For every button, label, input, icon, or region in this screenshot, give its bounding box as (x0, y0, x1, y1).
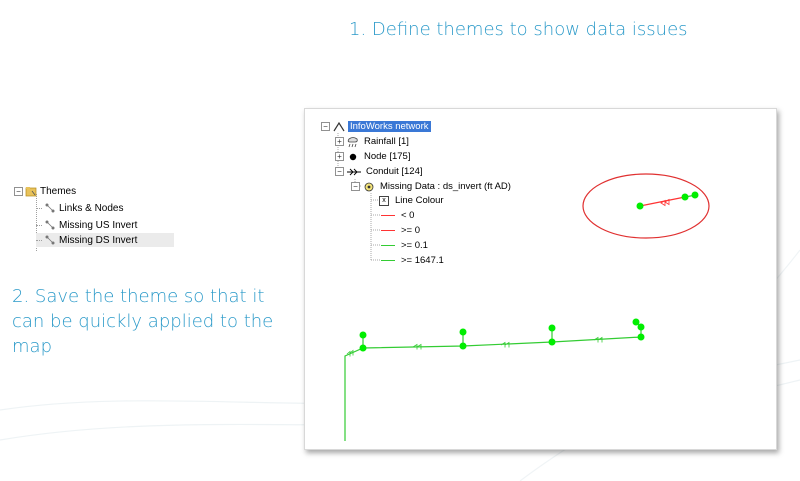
node-label: Node [175] (364, 151, 411, 162)
node (548, 338, 556, 346)
theme-icon (45, 220, 55, 230)
node (459, 328, 467, 336)
checkbox-icon[interactable]: x (379, 195, 389, 206)
tree-row-rainfall[interactable]: + Rainfall [1] (335, 135, 411, 148)
node (637, 323, 645, 331)
themes-root-label: Themes (40, 185, 77, 197)
conduit-label: Conduit [124] (366, 166, 423, 177)
legend-swatch (381, 230, 395, 231)
tree-row-line-colour[interactable]: x Line Colour (379, 194, 446, 207)
node (636, 202, 644, 210)
node (359, 331, 367, 339)
expand-icon[interactable]: + (335, 152, 344, 161)
node (459, 342, 467, 350)
issue-highlight-ring (582, 173, 710, 239)
node (548, 324, 556, 332)
node (632, 318, 640, 326)
collapse-icon[interactable]: − (351, 182, 360, 191)
step-1-heading: 1. Define themes to show data issues (349, 19, 688, 40)
tree-root-row[interactable]: − InfoWorks network (321, 120, 431, 133)
legend-swatch (381, 260, 395, 261)
node (359, 344, 367, 352)
theme-item-links-nodes[interactable]: Links & Nodes (36, 201, 123, 215)
legend-item: >= 0 (381, 224, 422, 237)
legend-swatch (381, 245, 395, 246)
expand-icon[interactable]: + (335, 137, 344, 146)
tree-root-label: InfoWorks network (348, 121, 431, 132)
collapse-icon[interactable]: − (321, 122, 330, 131)
node (637, 333, 645, 341)
node-icon (349, 153, 357, 160)
legend-label: < 0 (401, 210, 415, 221)
node (681, 193, 689, 201)
tree-row-theme[interactable]: − Missing Data : ds_invert (ft AD) (351, 180, 513, 193)
legend-item: >= 0.1 (381, 239, 430, 252)
themes-root-row[interactable]: − Themes (14, 184, 76, 198)
conduit-red (639, 196, 686, 207)
legend-item: >= 1647.1 (381, 254, 446, 267)
line-colour-label: Line Colour (395, 195, 444, 206)
node (691, 191, 699, 199)
theme-item-label: Missing DS Invert (59, 234, 138, 246)
legend-item: < 0 (381, 209, 416, 222)
tree-row-conduit[interactable]: − Conduit [124] (335, 165, 425, 178)
legend-label: >= 0 (401, 225, 421, 236)
theme-item-label: Links & Nodes (59, 202, 124, 214)
network-icon (333, 121, 345, 131)
theme-icon (45, 235, 55, 245)
collapse-icon[interactable]: − (335, 167, 344, 176)
conduit-main (344, 336, 642, 441)
legend-label: >= 0.1 (401, 240, 428, 251)
theme-icon (45, 203, 55, 213)
tree-row-node[interactable]: + Node [175] (335, 150, 412, 163)
theme-icon (364, 182, 374, 191)
rainfall-icon (347, 136, 358, 147)
legend-swatch (381, 215, 395, 216)
theme-item-missing-ds-invert[interactable]: Missing DS Invert (36, 233, 174, 247)
rainfall-label: Rainfall [1] (364, 136, 409, 147)
theme-label: Missing Data : ds_invert (ft AD) (380, 181, 511, 192)
conduit-icon (347, 168, 361, 175)
network-map-window[interactable]: − InfoWorks network + Rainfall [1] + Nod… (304, 108, 777, 450)
collapse-icon[interactable]: − (14, 186, 23, 196)
theme-item-missing-us-invert[interactable]: Missing US Invert (36, 218, 137, 232)
step-2-heading: 2. Save the theme so that it can be quic… (12, 286, 274, 357)
legend-label: >= 1647.1 (401, 255, 444, 266)
theme-item-label: Missing US Invert (59, 219, 138, 231)
themes-tree-panel: − Themes Links & Nodes Missing US Invert… (14, 181, 176, 261)
folder-theme-icon (25, 187, 37, 197)
